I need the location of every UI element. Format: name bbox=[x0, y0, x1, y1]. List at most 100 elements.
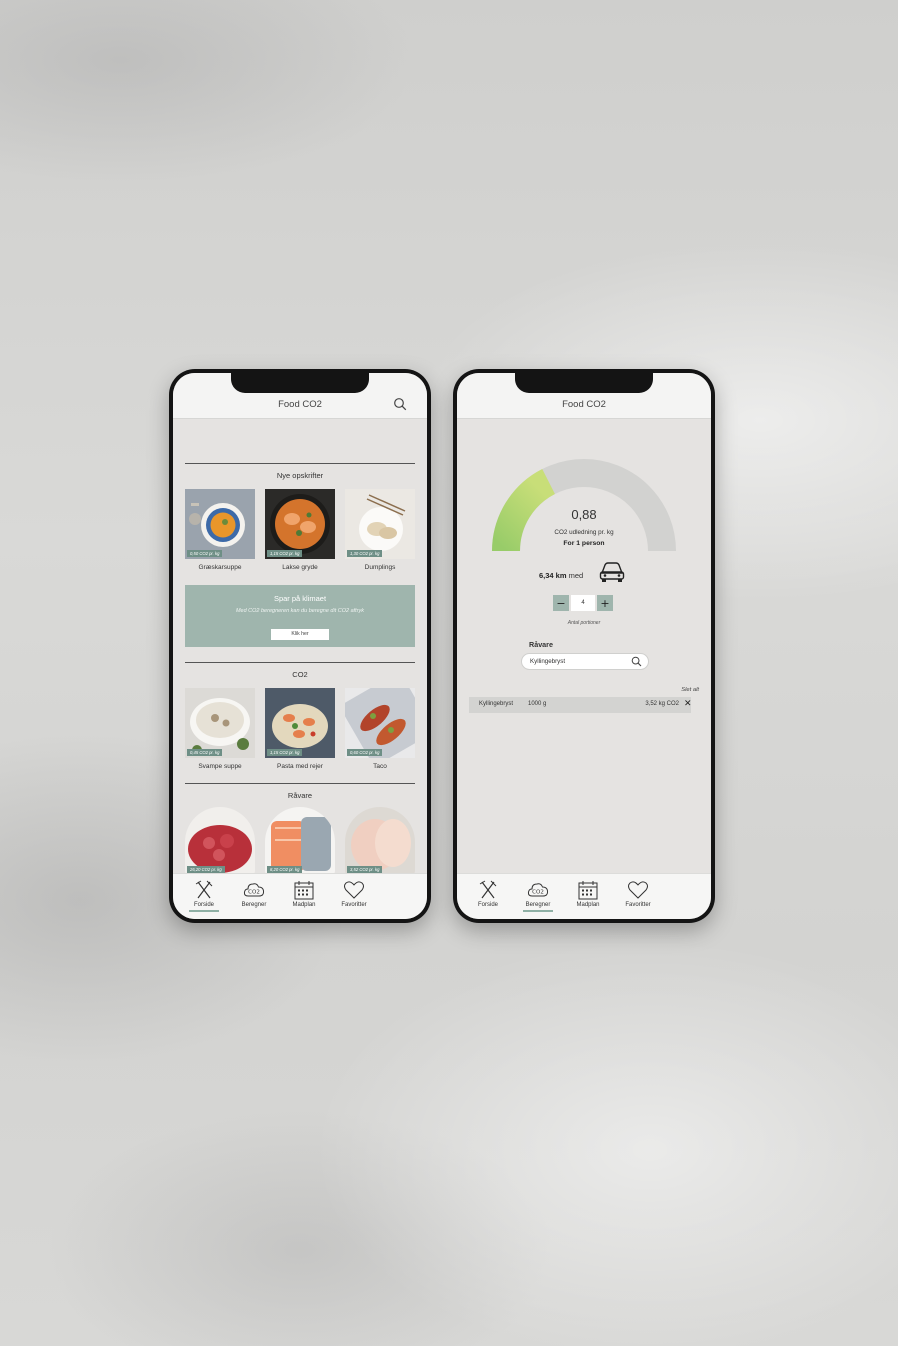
raw-card-minced-beef[interactable]: 26,20 CO2 pr. kg bbox=[185, 807, 255, 875]
active-tab-indicator bbox=[523, 910, 553, 912]
decrement-button[interactable]: − bbox=[553, 595, 569, 611]
portions-label: Antal portioner bbox=[567, 620, 601, 626]
co2-badge: 8,20 CO2 pr. kg bbox=[267, 866, 303, 873]
recipe-label: Taco bbox=[373, 763, 387, 770]
distance-value: 6,34 km bbox=[539, 571, 567, 580]
car-icon bbox=[599, 562, 625, 582]
recipe-label: Lakse gryde bbox=[282, 564, 318, 571]
fork-knife-icon bbox=[195, 880, 213, 899]
tab-favoritter[interactable]: Favoritter bbox=[329, 880, 379, 908]
tab-label: Favoritter bbox=[625, 902, 651, 908]
phone-notch bbox=[231, 373, 369, 393]
portion-count[interactable]: 4 bbox=[571, 595, 595, 611]
person-count: For 1 person bbox=[563, 540, 605, 547]
tab-madplan[interactable]: Madplan bbox=[279, 880, 329, 908]
recipe-label: Pasta med rejer bbox=[277, 763, 323, 770]
raw-card-chicken-breast[interactable]: 3,52 CO2 pr. kg bbox=[345, 807, 415, 875]
search-value: Kyllingebryst bbox=[530, 658, 566, 665]
section-title: Råvare bbox=[287, 791, 313, 800]
tab-forside[interactable]: Forside bbox=[463, 880, 513, 908]
ingredient-name: Kyllingebryst bbox=[479, 701, 514, 707]
tab-label: Beregner bbox=[241, 902, 267, 908]
co2-value: 0,88 bbox=[571, 507, 597, 522]
calendar-icon bbox=[294, 881, 314, 900]
home-screen: Food CO2 Nye opskrifter 0,50 CO2 pr. kg … bbox=[173, 373, 427, 919]
tab-label: Madplan bbox=[292, 902, 316, 908]
recipe-image: 0,60 CO2 pr. kg bbox=[345, 688, 415, 758]
recipe-card-dumplings[interactable]: 1,30 CO2 pr. kg Dumplings bbox=[345, 489, 415, 571]
co2-badge: 26,20 CO2 pr. kg bbox=[187, 866, 225, 873]
recipe-card-svampe-suppe[interactable]: 0,45 CO2 pr. kg Svampe suppe bbox=[185, 688, 255, 770]
recipe-image: 1,15 CO2 pr. kg bbox=[265, 688, 335, 758]
co2-badge: 0,60 CO2 pr. kg bbox=[347, 749, 383, 756]
recipe-image: 1,30 CO2 pr. kg bbox=[345, 489, 415, 559]
recipe-card-graeskarsuppe[interactable]: 0,50 CO2 pr. kg Græskarsuppe bbox=[185, 489, 255, 571]
search-icon[interactable] bbox=[631, 656, 642, 667]
section-divider bbox=[185, 662, 415, 663]
co2-badge: 1,30 CO2 pr. kg bbox=[347, 550, 383, 557]
recipe-label: Græskarsuppe bbox=[198, 564, 242, 571]
app-title: Food CO2 bbox=[562, 399, 606, 410]
tab-bar: Forside CO2 Beregner Madplan Favoritter bbox=[173, 873, 427, 919]
recipe-card-taco[interactable]: 0,60 CO2 pr. kg Taco bbox=[345, 688, 415, 770]
distance-suffix: med bbox=[568, 571, 584, 580]
ingredient-search-input[interactable]: Kyllingebryst bbox=[521, 653, 649, 670]
increment-button[interactable]: + bbox=[597, 595, 613, 611]
ingredient-amount: 1000 g bbox=[528, 701, 547, 707]
svg-text:CO2: CO2 bbox=[532, 890, 544, 896]
click-here-button[interactable]: Klik her bbox=[271, 629, 329, 640]
recipe-label: Svampe suppe bbox=[198, 763, 242, 770]
tab-label: Forside bbox=[477, 902, 498, 908]
raw-card-salmon[interactable]: 8,20 CO2 pr. kg bbox=[265, 807, 335, 875]
recipe-card-lakse-gryde[interactable]: 1,15 CO2 pr. kg Lakse gryde bbox=[265, 489, 335, 571]
calculator-screen: Food CO2 0,88 CO2 udledning pr. kg For 1… bbox=[457, 373, 711, 919]
banner-text: Med CO2 beregneren kan du beregne dit CO… bbox=[235, 608, 365, 614]
co2-badge: 1,15 CO2 pr. kg bbox=[267, 550, 303, 557]
co2-cloud-icon: CO2 bbox=[527, 883, 549, 897]
tab-label: Favoritter bbox=[341, 902, 367, 908]
app-title: Food CO2 bbox=[278, 399, 322, 410]
raw-image: 8,20 CO2 pr. kg bbox=[265, 807, 335, 875]
co2-badge: 0,50 CO2 pr. kg bbox=[187, 550, 223, 557]
tab-label: Madplan bbox=[576, 902, 600, 908]
tab-forside[interactable]: Forside bbox=[179, 880, 229, 912]
section-title: CO2 bbox=[292, 670, 308, 679]
co2-cloud-icon: CO2 bbox=[243, 883, 265, 897]
tab-label: Beregner bbox=[525, 902, 551, 908]
phone-home: Food CO2 Nye opskrifter 0,50 CO2 pr. kg … bbox=[169, 369, 431, 923]
raw-image: 26,20 CO2 pr. kg bbox=[185, 807, 255, 875]
section-divider bbox=[185, 463, 415, 464]
co2-badge: 1,15 CO2 pr. kg bbox=[267, 749, 303, 756]
phone-notch bbox=[515, 373, 653, 393]
tab-madplan[interactable]: Madplan bbox=[563, 880, 613, 908]
raw-label: Råvare bbox=[529, 640, 553, 649]
climate-banner: Spar på klimaet Med CO2 beregneren kan d… bbox=[185, 585, 415, 647]
section-title: Nye opskrifter bbox=[276, 471, 324, 480]
recipe-card-pasta-med-rejer[interactable]: 1,15 CO2 pr. kg Pasta med rejer bbox=[265, 688, 335, 770]
svg-text:CO2: CO2 bbox=[248, 890, 260, 896]
remove-ingredient-icon[interactable]: ✕ bbox=[684, 698, 692, 709]
calendar-icon bbox=[578, 881, 598, 900]
section-divider bbox=[185, 783, 415, 784]
tab-favoritter[interactable]: Favoritter bbox=[613, 880, 663, 908]
fork-knife-icon bbox=[479, 880, 497, 899]
delete-all-link[interactable]: Slet alt bbox=[681, 687, 699, 693]
search-icon[interactable] bbox=[393, 397, 407, 411]
tab-beregner[interactable]: CO2 Beregner bbox=[513, 880, 563, 912]
co2-badge: 0,45 CO2 pr. kg bbox=[187, 749, 223, 756]
recipe-label: Dumplings bbox=[364, 564, 396, 571]
portion-stepper: − 4 + bbox=[553, 595, 613, 611]
phone-calculator: Food CO2 0,88 CO2 udledning pr. kg For 1… bbox=[453, 369, 715, 923]
tab-beregner[interactable]: CO2 Beregner bbox=[229, 880, 279, 908]
active-tab-indicator bbox=[189, 910, 219, 912]
recipe-image: 0,50 CO2 pr. kg bbox=[185, 489, 255, 559]
co2-caption: CO2 udledning pr. kg bbox=[554, 529, 614, 536]
recipe-image: 0,45 CO2 pr. kg bbox=[185, 688, 255, 758]
distance-readout: 6,34 km med bbox=[539, 571, 583, 580]
ingredient-row: Kyllingebryst 1000 g 3,52 kg CO2 bbox=[469, 697, 691, 713]
heart-icon bbox=[628, 881, 648, 899]
ingredient-co2: 3,52 kg CO2 bbox=[645, 701, 679, 707]
heart-icon bbox=[344, 881, 364, 899]
co2-badge: 3,52 CO2 pr. kg bbox=[347, 866, 383, 873]
tab-bar: Forside CO2 Beregner Madplan Favoritter bbox=[457, 873, 711, 919]
